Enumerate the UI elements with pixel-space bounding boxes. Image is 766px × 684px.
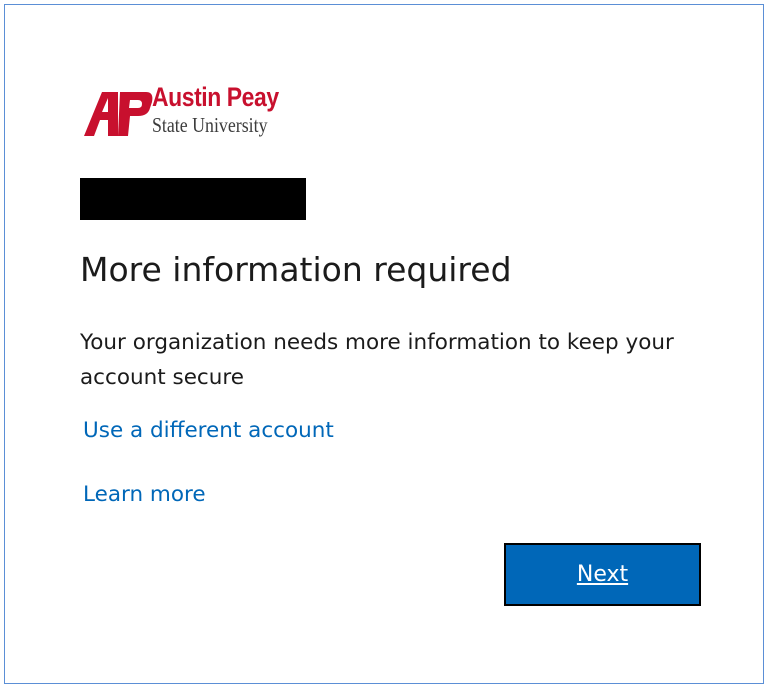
page-title: More information required	[80, 250, 512, 289]
learn-more-link[interactable]: Learn more	[83, 482, 206, 507]
use-different-account-link[interactable]: Use a different account	[83, 418, 334, 443]
logo-university-name: Austin Peay	[152, 82, 279, 112]
austin-peay-logo: Austin Peay State University	[84, 82, 324, 138]
ap-logo-mark	[84, 92, 153, 136]
description-text: Your organization needs more information…	[80, 330, 674, 390]
redacted-account-name	[80, 178, 306, 220]
logo-university-subtitle: State University	[152, 113, 268, 137]
next-button[interactable]: Next	[504, 543, 701, 606]
